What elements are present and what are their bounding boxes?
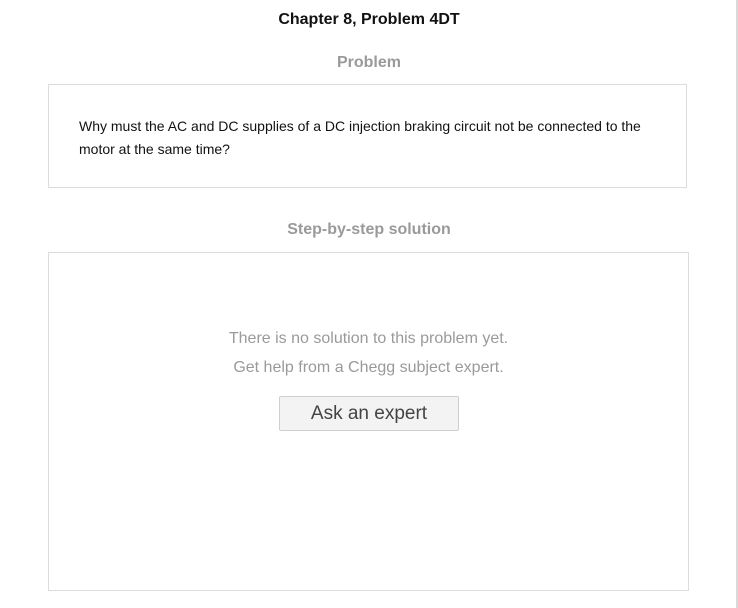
- solution-box: There is no solution to this problem yet…: [48, 252, 689, 591]
- problem-text: Why must the AC and DC supplies of a DC …: [79, 118, 641, 157]
- problem-box: Why must the AC and DC supplies of a DC …: [48, 84, 687, 188]
- chapter-title: Chapter 8, Problem 4DT: [278, 11, 460, 28]
- expert-help-message: Get help from a Chegg subject expert.: [233, 359, 504, 376]
- ask-an-expert-button[interactable]: Ask an expert: [279, 396, 459, 431]
- no-solution-message: There is no solution to this problem yet…: [228, 330, 509, 347]
- problem-heading: Problem: [336, 54, 401, 71]
- solution-heading: Step-by-step solution: [287, 221, 451, 238]
